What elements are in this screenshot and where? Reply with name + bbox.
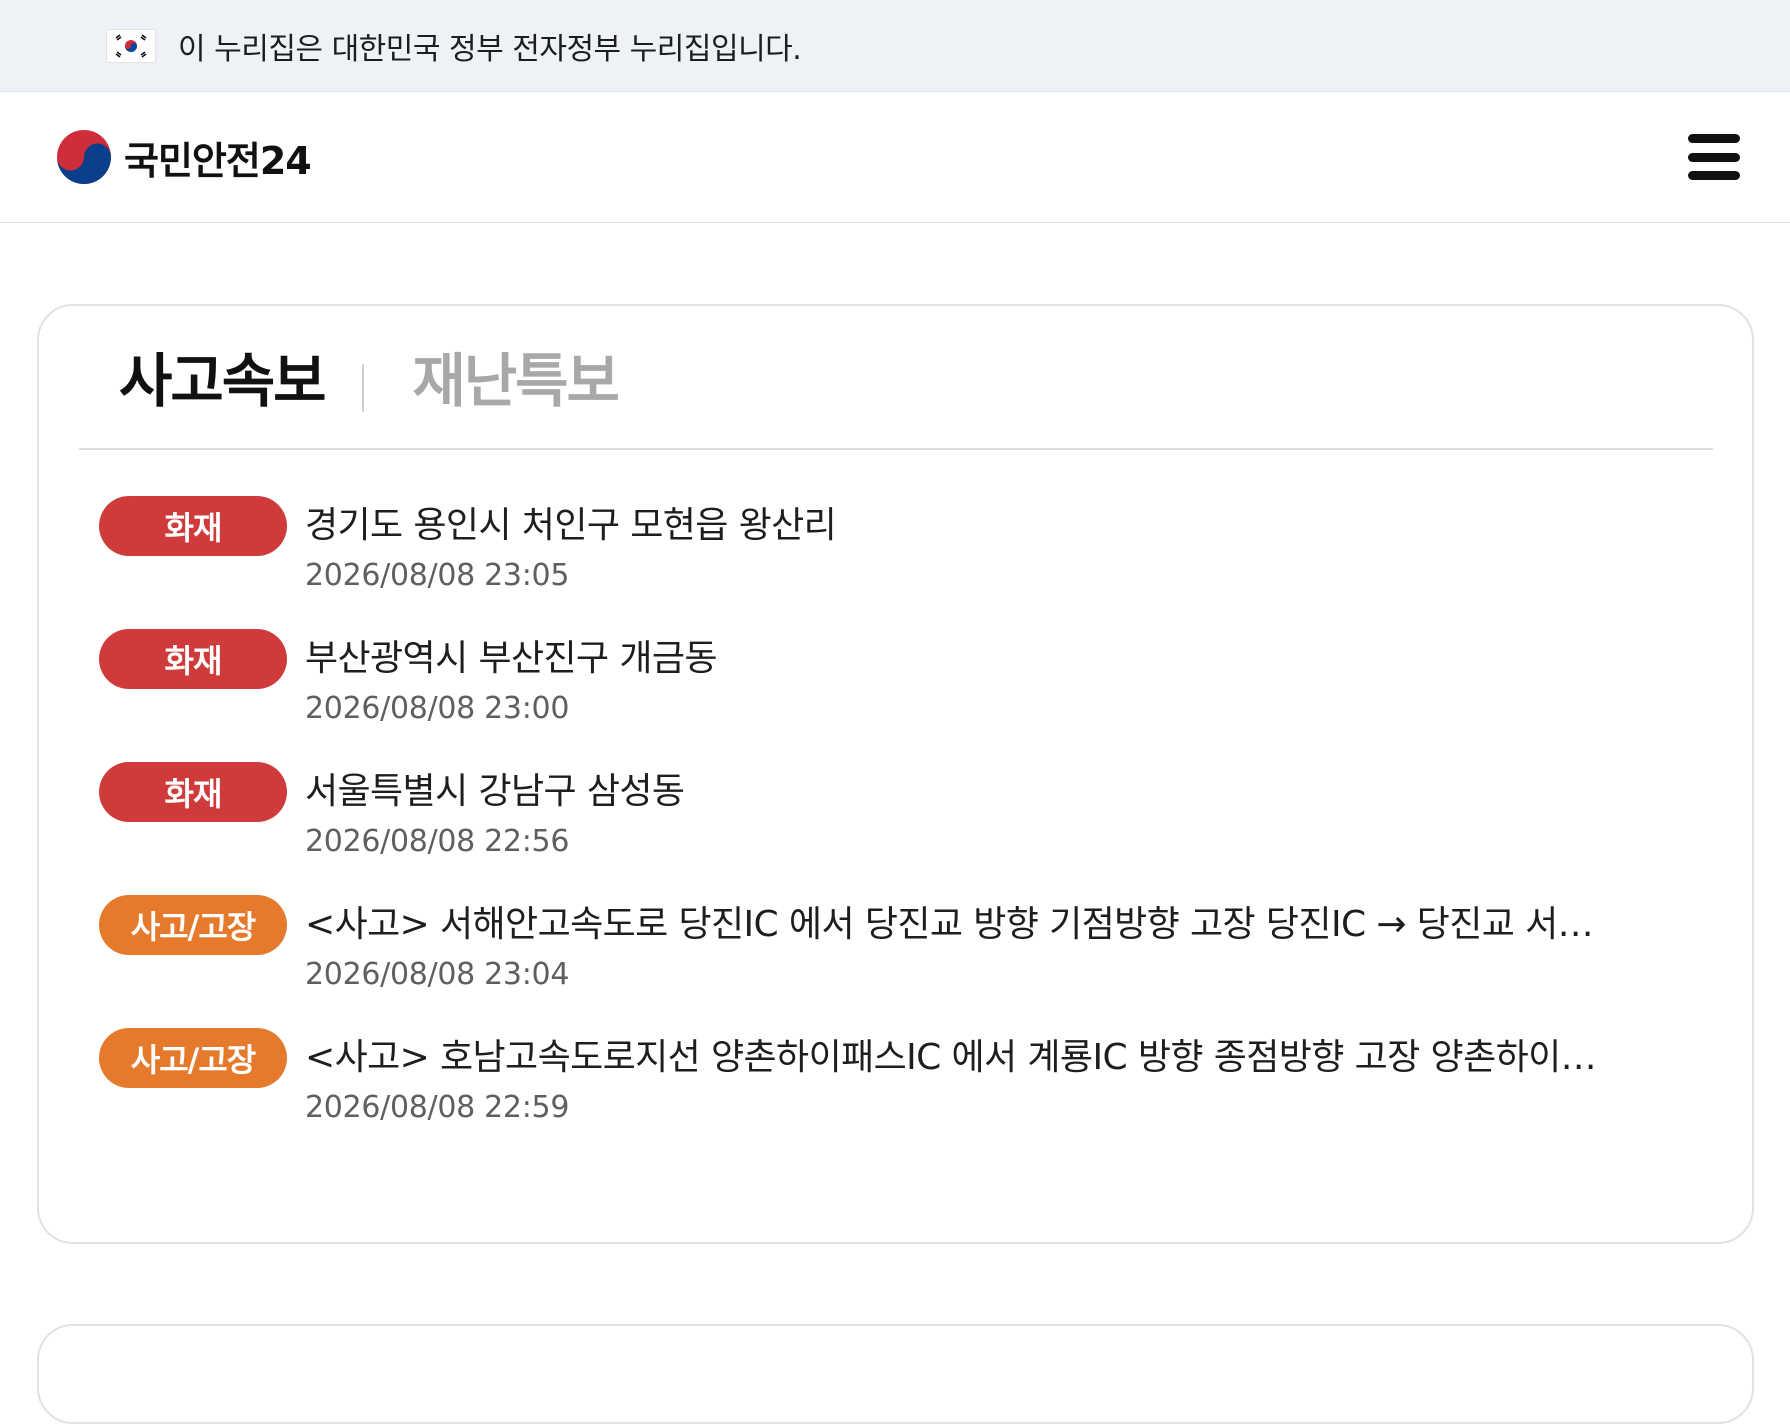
hamburger-menu-icon[interactable] [1688, 134, 1740, 180]
category-badge: 사고/고장 [99, 1028, 287, 1088]
category-badge: 화재 [99, 629, 287, 689]
item-title[interactable]: <사고> 호남고속도로지선 양촌하이패스IC 에서 계룡IC 방향 종점방향 고… [305, 1028, 1645, 1088]
item-title[interactable]: <사고> 서해안고속도로 당진IC 에서 당진교 방향 기점방향 고장 당진IC… [305, 895, 1645, 955]
item-date: 2026/08/08 23:00 [305, 691, 570, 726]
taegeuk-logo-icon [57, 130, 111, 184]
logo-text: 국민안전24 [124, 138, 312, 183]
tab-accident-news[interactable]: 사고속보 [79, 346, 326, 416]
list-item[interactable]: 사고/고장 <사고> 서해안고속도로 당진IC 에서 당진교 방향 기점방향 고… [99, 895, 1659, 1028]
site-header: 국민안전24 [0, 92, 1790, 223]
korea-flag-icon [106, 28, 156, 63]
item-title[interactable]: 부산광역시 부산진구 개금동 [305, 629, 1645, 689]
list-item[interactable]: 화재 서울특별시 강남구 삼성동 2026/08/08 22:56 [99, 762, 1659, 895]
news-list: 화재 경기도 용인시 처인구 모현읍 왕산리 2026/08/08 23:05 … [99, 496, 1659, 1161]
gov-banner-text: 이 누리집은 대한민국 정부 전자정부 누리집입니다. [178, 31, 802, 67]
item-date: 2026/08/08 22:56 [305, 824, 570, 859]
list-item[interactable]: 화재 부산광역시 부산진구 개금동 2026/08/08 23:00 [99, 629, 1659, 762]
news-card: 사고속보 재난특보 화재 경기도 용인시 처인구 모현읍 왕산리 2026/08… [37, 304, 1754, 1244]
item-date: 2026/08/08 23:04 [305, 957, 570, 992]
site-logo[interactable]: 국민안전24 [54, 127, 312, 187]
category-badge: 화재 [99, 496, 287, 556]
tab-bar: 사고속보 재난특보 [79, 346, 1713, 450]
category-badge: 사고/고장 [99, 895, 287, 955]
item-title[interactable]: 서울특별시 강남구 삼성동 [305, 762, 1645, 822]
gov-banner: 이 누리집은 대한민국 정부 전자정부 누리집입니다. [0, 0, 1790, 92]
tab-disaster-alerts[interactable]: 재난특보 [364, 346, 619, 416]
item-date: 2026/08/08 22:59 [305, 1090, 570, 1125]
item-title[interactable]: 경기도 용인시 처인구 모현읍 왕산리 [305, 496, 1645, 556]
secondary-card [37, 1324, 1754, 1424]
category-badge: 화재 [99, 762, 287, 822]
list-item[interactable]: 화재 경기도 용인시 처인구 모현읍 왕산리 2026/08/08 23:05 [99, 496, 1659, 629]
list-item[interactable]: 사고/고장 <사고> 호남고속도로지선 양촌하이패스IC 에서 계룡IC 방향 … [99, 1028, 1659, 1161]
item-date: 2026/08/08 23:05 [305, 558, 570, 593]
